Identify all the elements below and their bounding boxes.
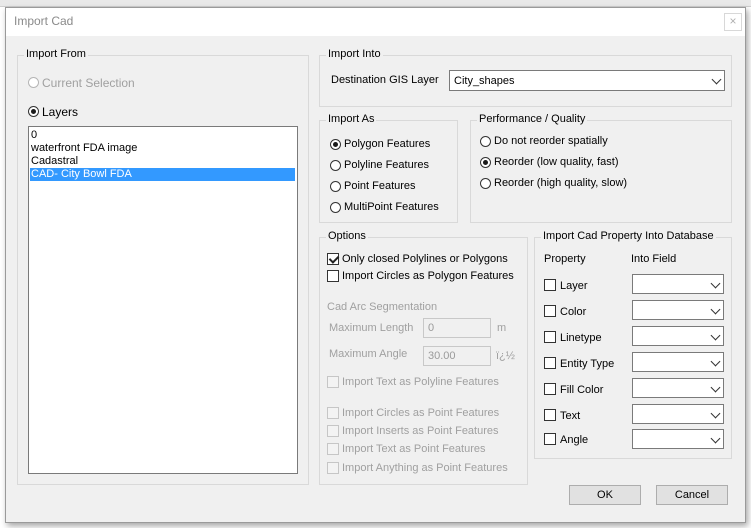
reorder-low-label: Reorder (low quality, fast)	[494, 156, 619, 168]
inserts-point-label: Import Inserts as Point Features	[342, 425, 499, 437]
dialog-title: Import Cad	[14, 14, 74, 28]
color-property-checkbox[interactable]	[544, 305, 556, 317]
options-label: Options	[326, 230, 368, 242]
ok-button[interactable]: OK	[569, 485, 641, 505]
linetype-property-checkbox[interactable]	[544, 331, 556, 343]
linetype-field-select[interactable]	[632, 326, 724, 346]
no-reorder-label: Do not reorder spatially	[494, 135, 608, 147]
cad-property-group: Import Cad Property Into Database	[534, 230, 732, 459]
close-button[interactable]: ×	[724, 13, 742, 31]
chevron-down-icon	[710, 356, 721, 367]
max-angle-unit: ï¿½	[496, 350, 515, 362]
fill-color-property-checkbox[interactable]	[544, 383, 556, 395]
inserts-point-checkbox[interactable]	[327, 425, 339, 437]
circles-point-checkbox[interactable]	[327, 407, 339, 419]
circles-polygon-checkbox[interactable]	[327, 270, 339, 282]
destination-layer-value: City_shapes	[454, 75, 515, 87]
polyline-features-label: Polyline Features	[344, 159, 429, 171]
multipoint-features-radio[interactable]	[330, 202, 341, 213]
layer-property-checkbox[interactable]	[544, 279, 556, 291]
fill-color-property-label: Fill Color	[560, 384, 604, 396]
max-angle-label: Maximum Angle	[329, 348, 408, 360]
reorder-low-radio[interactable]	[480, 157, 491, 168]
polygon-features-label: Polygon Features	[344, 138, 431, 150]
text-point-checkbox[interactable]	[327, 443, 339, 455]
polyline-features-radio[interactable]	[330, 160, 341, 171]
close-icon: ×	[729, 14, 737, 28]
max-length-input[interactable]: 0	[423, 318, 491, 338]
current-selection-radio[interactable]	[28, 77, 39, 88]
field-column-header: Into Field	[631, 253, 677, 265]
title-bar: Import Cad ×	[6, 8, 745, 36]
max-length-label: Maximum Length	[329, 322, 414, 334]
text-field-select[interactable]	[632, 404, 724, 424]
current-selection-label: Current Selection	[42, 76, 135, 90]
no-reorder-radio[interactable]	[480, 136, 491, 147]
linetype-property-label: Linetype	[560, 332, 602, 344]
chevron-down-icon	[710, 278, 721, 289]
chevron-down-icon	[710, 433, 721, 444]
polygon-features-radio[interactable]	[330, 139, 341, 150]
max-angle-input[interactable]: 30.00	[423, 346, 491, 366]
property-column-header: Property	[544, 253, 586, 265]
list-item[interactable]: waterfront FDA image	[30, 142, 295, 155]
entity-type-field-select[interactable]	[632, 352, 724, 372]
destination-layer-label: Destination GIS Layer	[331, 74, 439, 86]
layers-listbox[interactable]: 0 waterfront FDA image Cadastral CAD- Ci…	[28, 126, 298, 474]
color-property-label: Color	[560, 306, 587, 318]
layers-label: Layers	[42, 105, 79, 119]
closed-polylines-label: Only closed Polylines or Polygons	[342, 253, 508, 265]
background-strip	[0, 0, 751, 7]
reorder-high-radio[interactable]	[480, 178, 491, 189]
list-item[interactable]: Cadastral	[30, 155, 295, 168]
angle-property-checkbox[interactable]	[544, 433, 556, 445]
performance-label: Performance / Quality	[477, 113, 588, 125]
layer-field-select[interactable]	[632, 274, 724, 294]
angle-field-select[interactable]	[632, 429, 724, 449]
text-property-label: Text	[560, 410, 581, 422]
text-property-checkbox[interactable]	[544, 409, 556, 421]
anything-point-checkbox[interactable]	[327, 462, 339, 474]
angle-property-label: Angle	[560, 434, 589, 446]
point-features-label: Point Features	[344, 180, 416, 192]
text-polyline-label: Import Text as Polyline Features	[342, 376, 499, 388]
chevron-down-icon	[710, 382, 721, 393]
list-item[interactable]: 0	[30, 129, 295, 142]
import-as-label: Import As	[326, 113, 377, 125]
import-cad-dialog: Import Cad × Import From Current Selecti…	[5, 7, 746, 523]
chevron-down-icon	[710, 408, 721, 419]
multipoint-features-label: MultiPoint Features	[344, 201, 439, 213]
closed-polylines-checkbox[interactable]	[327, 253, 339, 265]
fill-color-field-select[interactable]	[632, 378, 724, 398]
color-field-select[interactable]	[632, 300, 724, 320]
import-from-label: Import From	[24, 48, 88, 60]
chevron-down-icon	[711, 74, 722, 85]
arc-segmentation-label: Cad Arc Segmentation	[327, 301, 438, 313]
chevron-down-icon	[710, 304, 721, 315]
layers-radio[interactable]	[28, 106, 39, 117]
chevron-down-icon	[710, 330, 721, 341]
destination-layer-select[interactable]: City_shapes	[449, 70, 725, 91]
text-polyline-checkbox[interactable]	[327, 376, 339, 388]
reorder-high-label: Reorder (high quality, slow)	[494, 177, 628, 189]
entity-type-property-label: Entity Type	[560, 358, 615, 370]
text-point-label: Import Text as Point Features	[342, 443, 486, 455]
max-length-unit: m	[497, 322, 507, 334]
entity-type-property-checkbox[interactable]	[544, 357, 556, 369]
point-features-radio[interactable]	[330, 181, 341, 192]
cancel-button[interactable]: Cancel	[656, 485, 728, 505]
circles-polygon-label: Import Circles as Polygon Features	[342, 270, 514, 282]
list-item-selected[interactable]: CAD- City Bowl FDA	[30, 168, 295, 181]
layer-property-label: Layer	[560, 280, 588, 292]
anything-point-label: Import Anything as Point Features	[342, 462, 508, 474]
import-into-label: Import Into	[326, 48, 383, 60]
circles-point-label: Import Circles as Point Features	[342, 407, 500, 419]
cad-property-label: Import Cad Property Into Database	[541, 230, 716, 242]
